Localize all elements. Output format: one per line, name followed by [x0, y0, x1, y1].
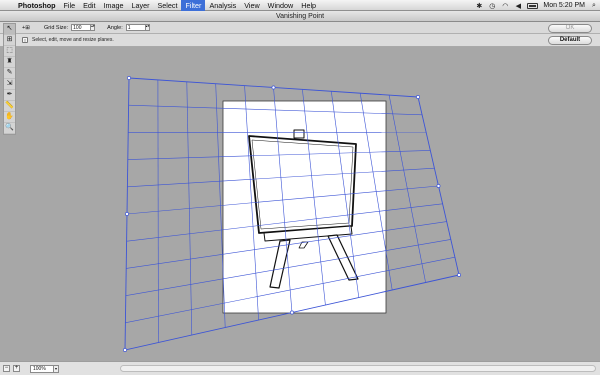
menubar-clock[interactable]: Mon 5:20 PM: [543, 2, 585, 9]
plane-handle[interactable]: [457, 273, 461, 277]
plane-handle[interactable]: [271, 85, 276, 90]
menu-file[interactable]: File: [60, 0, 80, 11]
angle-label: Angle:: [107, 24, 123, 31]
measure-tool-icon[interactable]: 📏: [4, 101, 15, 112]
menu-layer[interactable]: Layer: [128, 0, 154, 11]
menu-help[interactable]: Help: [297, 0, 320, 11]
eyedropper-tool-icon[interactable]: ✒: [4, 90, 15, 101]
plane-handle[interactable]: [123, 348, 127, 352]
grid-size-label: Grid Size:: [44, 24, 69, 31]
menu-analysis[interactable]: Analysis: [205, 0, 240, 11]
plane-handle[interactable]: [127, 76, 131, 80]
transform-tool-icon[interactable]: ⇲: [4, 79, 15, 90]
battery-icon[interactable]: [527, 2, 539, 9]
dialog-title: Vanishing Point: [0, 11, 600, 22]
plane-handle[interactable]: [125, 212, 129, 216]
angle-input[interactable]: 1: [125, 24, 146, 31]
wifi-icon[interactable]: ◠: [501, 2, 509, 10]
bluetooth-icon[interactable]: ✱: [475, 2, 483, 10]
zoom-dropdown-icon[interactable]: ▾: [54, 364, 59, 373]
current-tool-options-icon: +⊞: [22, 24, 30, 31]
status-bar: − + 100% ▾: [0, 361, 600, 375]
zoom-level-field[interactable]: 100%: [30, 364, 54, 373]
menubar-status-area: ✱ ◷ ◠ ◀ Mon 5:20 PM ⌕: [475, 0, 598, 11]
canvas-area[interactable]: [18, 48, 600, 360]
spotlight-search-icon[interactable]: ⌕: [590, 2, 598, 10]
hint-bar: ! Select, edit, move and resize planes.: [0, 34, 600, 47]
hand-tool-icon[interactable]: ✋: [4, 112, 15, 123]
horizontal-scrollbar[interactable]: [120, 365, 596, 372]
grid-size-stepper-icon[interactable]: ▴▾: [91, 24, 96, 31]
plane-handle[interactable]: [416, 95, 420, 99]
menu-edit[interactable]: Edit: [79, 0, 99, 11]
default-button[interactable]: Default: [548, 36, 592, 45]
angle-stepper-icon[interactable]: ▴▾: [145, 24, 150, 31]
marquee-tool-icon[interactable]: ⬚: [4, 46, 15, 57]
edit-plane-tool-icon[interactable]: ↖: [4, 24, 15, 35]
menu-image[interactable]: Image: [100, 0, 128, 11]
plane-handle[interactable]: [290, 310, 294, 315]
plane-handle[interactable]: [436, 184, 441, 188]
volume-icon[interactable]: ◀: [514, 2, 522, 10]
menu-view[interactable]: View: [240, 0, 263, 11]
zoom-out-button[interactable]: −: [3, 365, 10, 372]
grid-size-input[interactable]: 100: [71, 24, 92, 31]
info-icon: !: [22, 37, 28, 43]
tools-panel: ↖ ⊞ ⬚ ♜ ✎ ⇲ ✒ 📏 ✋ 🔍: [3, 23, 16, 135]
time-machine-icon[interactable]: ◷: [488, 2, 496, 10]
menu-app-name[interactable]: Photoshop: [16, 0, 60, 11]
menu-select[interactable]: Select: [153, 0, 181, 11]
menu-window[interactable]: Window: [264, 0, 298, 11]
zoom-tool-icon[interactable]: 🔍: [4, 123, 15, 134]
hint-text: Select, edit, move and resize planes.: [32, 37, 114, 43]
menu-filter[interactable]: Filter: [181, 0, 206, 11]
zoom-in-button[interactable]: +: [13, 365, 20, 372]
stamp-tool-icon[interactable]: ♜: [4, 57, 15, 68]
menu-bar: Photoshop File Edit Image Layer Select F…: [0, 0, 600, 11]
create-plane-tool-icon[interactable]: ⊞: [4, 35, 15, 46]
options-bar: +⊞ Grid Size: 100 ▴▾ Angle: 1 ▴▾: [0, 22, 600, 34]
ok-button[interactable]: OK: [548, 24, 592, 33]
canvas-svg: [123, 76, 461, 352]
brush-tool-icon[interactable]: ✎: [4, 68, 15, 79]
